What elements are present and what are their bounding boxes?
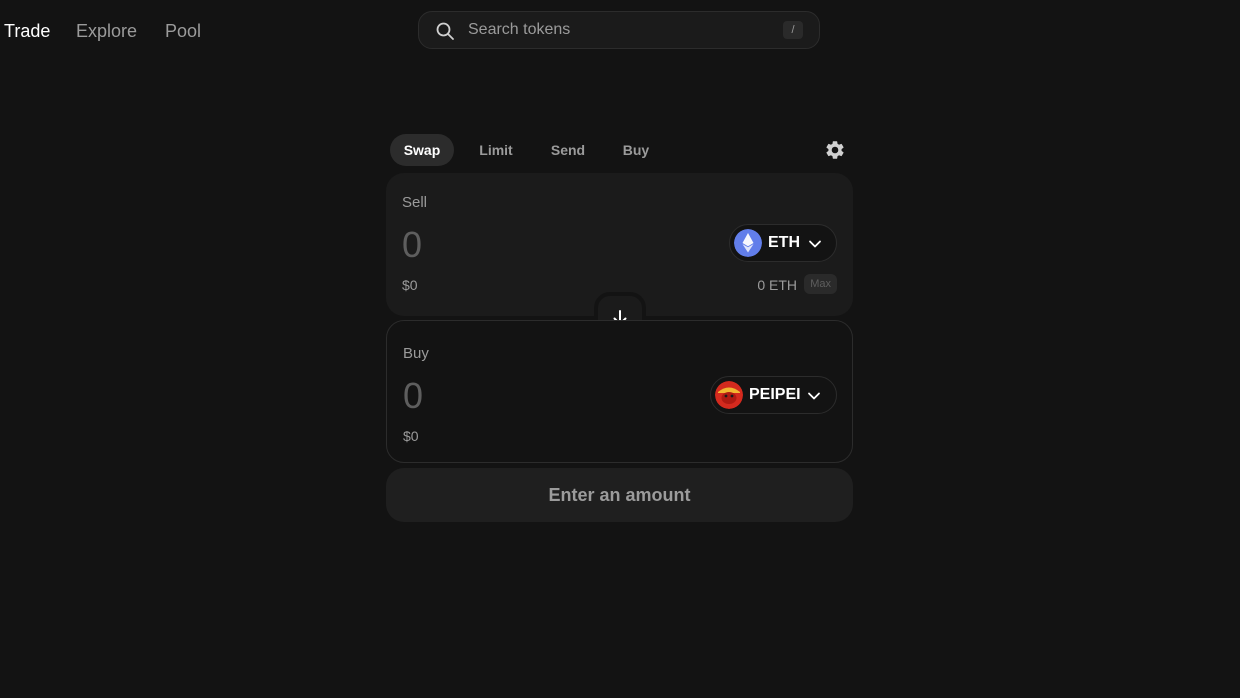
search-shortcut-key: /	[783, 21, 803, 39]
sell-label: Sell	[402, 194, 428, 211]
chevron-down-icon	[808, 392, 820, 400]
tab-swap[interactable]: Swap	[390, 134, 454, 166]
enter-amount-button[interactable]: Enter an amount	[386, 468, 853, 522]
tab-buy[interactable]: Buy	[616, 134, 656, 166]
sell-token-selector[interactable]: ETH	[729, 224, 837, 262]
sell-balance: 0 ETH	[757, 277, 797, 293]
sell-usd-value: $0	[402, 277, 418, 293]
buy-amount-input[interactable]: 0	[403, 376, 423, 416]
max-button[interactable]: Max	[804, 274, 837, 294]
sell-amount-input[interactable]: 0	[402, 225, 422, 265]
chevron-down-icon	[809, 240, 821, 248]
swap-page: Trade Explore Pool / Swap Limit Send Buy…	[0, 0, 1240, 698]
search-bar[interactable]: /	[418, 11, 820, 49]
buy-token-selector[interactable]: PEIPEI	[710, 376, 837, 414]
buy-label: Buy	[403, 345, 429, 362]
eth-token-icon	[734, 229, 762, 257]
buy-panel: Buy 0 $0 PEIPEI	[386, 320, 853, 463]
buy-token-symbol: PEIPEI	[749, 386, 801, 403]
gear-icon[interactable]	[824, 139, 846, 161]
tab-limit[interactable]: Limit	[470, 134, 522, 166]
nav-explore[interactable]: Explore	[76, 20, 137, 42]
nav-trade[interactable]: Trade	[4, 20, 50, 42]
tab-send[interactable]: Send	[542, 134, 594, 166]
peipei-token-icon	[715, 381, 743, 409]
nav-pool[interactable]: Pool	[165, 20, 201, 42]
buy-usd-value: $0	[403, 428, 419, 444]
search-input[interactable]	[468, 12, 768, 48]
search-icon	[436, 22, 454, 40]
sell-token-symbol: ETH	[768, 234, 800, 251]
